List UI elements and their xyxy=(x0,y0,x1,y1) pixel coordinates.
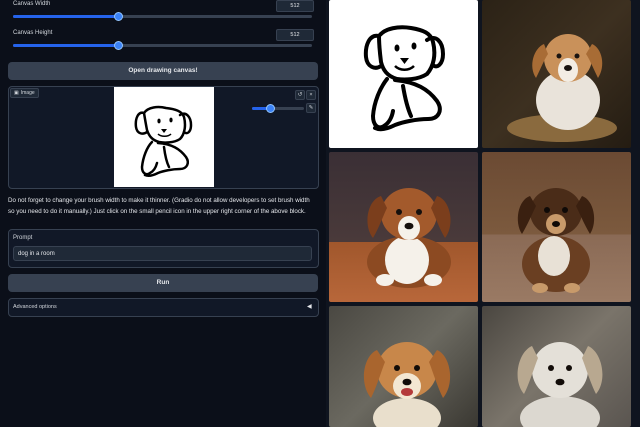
advanced-options-label: Advanced options xyxy=(13,304,57,310)
triangle-left-icon: ◀ xyxy=(307,304,312,310)
prompt-panel: Prompt dog in a room xyxy=(8,229,319,268)
dog-photo-1 xyxy=(507,34,617,142)
undo-icon[interactable]: ↺ xyxy=(295,90,305,100)
canvas-height-label: Canvas Height xyxy=(13,30,53,36)
advanced-options-accordion[interactable]: Advanced options ◀ xyxy=(8,298,319,317)
gallery-item-dog-3[interactable] xyxy=(482,152,631,302)
canvas-width-input[interactable]: 512 xyxy=(276,0,314,12)
canvas-height-slider-fill xyxy=(13,44,118,47)
canvas-height-input[interactable]: 512 xyxy=(276,29,314,41)
canvas-width-slider[interactable] xyxy=(13,12,312,21)
dog-photo-5 xyxy=(517,342,603,427)
dog-sketch xyxy=(134,105,193,178)
gallery-item-dog-5[interactable] xyxy=(482,306,631,427)
gallery-item-dog-4[interactable] xyxy=(329,306,478,427)
canvas-width-label: Canvas Width xyxy=(13,1,51,7)
run-button[interactable]: Run xyxy=(8,274,318,292)
image-sketch-block: ▣ Image ↺ × ✎ xyxy=(8,86,319,189)
canvas-width-slider-fill xyxy=(13,15,118,18)
prompt-label: Prompt xyxy=(13,235,33,241)
gallery-item-sketch[interactable] xyxy=(329,0,478,148)
dog-photo-2 xyxy=(367,188,451,288)
output-gallery xyxy=(326,0,640,427)
open-drawing-canvas-button[interactable]: Open drawing canvas! xyxy=(8,62,318,80)
close-icon[interactable]: × xyxy=(306,90,316,100)
image-tag-icon: ▣ xyxy=(14,90,19,96)
canvas-height-slider-thumb[interactable] xyxy=(113,41,123,50)
gallery-item-dog-1[interactable] xyxy=(482,0,631,148)
image-tag: ▣ Image xyxy=(10,88,39,98)
note-line-1: Do not forget to change your brush width… xyxy=(8,197,310,204)
brush-width-slider[interactable] xyxy=(252,104,304,113)
controls-column: Canvas Width 512 Canvas Height 512 Open … xyxy=(0,0,326,427)
note-line-2: so you need to do it manually.) Just cli… xyxy=(8,207,306,215)
dog-photo-4 xyxy=(363,342,451,427)
canvas-width-slider-thumb[interactable] xyxy=(113,12,123,21)
pencil-icon[interactable]: ✎ xyxy=(306,103,316,113)
gallery-item-dog-2[interactable] xyxy=(329,152,478,302)
prompt-input[interactable]: dog in a room xyxy=(13,246,312,261)
brush-width-slider-thumb[interactable] xyxy=(266,104,276,113)
brush-width-note: Do not forget to change your brush width… xyxy=(8,196,324,217)
dog-photo-3 xyxy=(517,188,595,293)
dog-sketch-large xyxy=(363,25,445,132)
sketch-canvas[interactable] xyxy=(114,87,214,187)
canvas-height-slider[interactable] xyxy=(13,41,312,50)
